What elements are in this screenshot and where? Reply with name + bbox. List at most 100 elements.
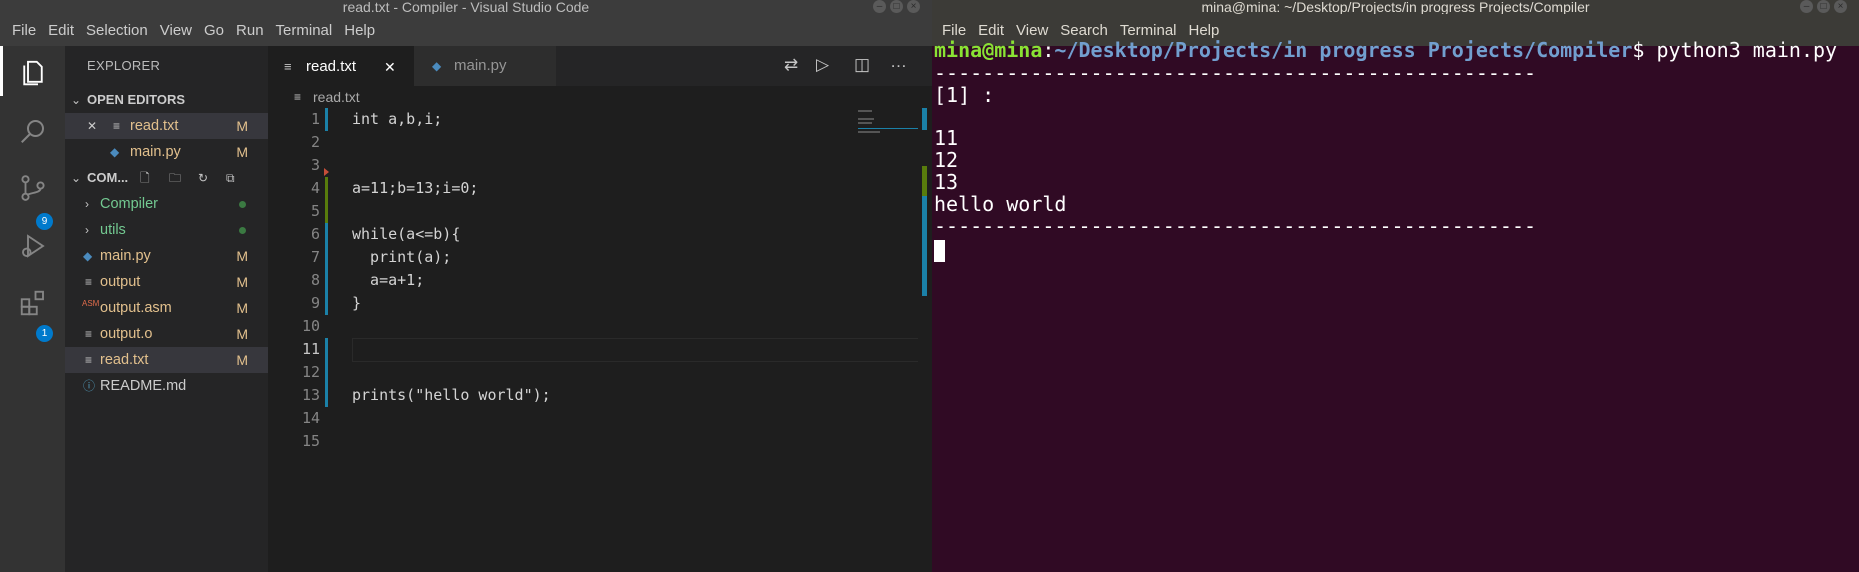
menu-file[interactable]: File [936,22,972,39]
compare-changes-icon[interactable]: ⇄ [784,55,798,75]
tree-item-file[interactable]: ASM output.asm M [65,295,268,321]
tab-label: read.txt [306,58,357,75]
asm-file-icon: ASM [82,299,100,308]
modified-badge: M [236,118,248,134]
minimap[interactable] [858,108,918,138]
menu-selection[interactable]: Selection [80,22,154,39]
more-actions-icon[interactable]: … [890,52,907,72]
refresh-icon[interactable]: ↻ [198,165,208,191]
overview-ruler[interactable] [918,108,932,572]
gutter-modified-marker [325,338,328,407]
explorer-icon[interactable] [0,48,65,98]
python-icon: ◆ [110,145,120,159]
close-icon[interactable]: ✕ [87,113,97,139]
modified-badge: M [236,300,248,316]
maximize-button[interactable]: □ [1817,0,1830,13]
line-number: 12 [301,363,320,381]
explorer-sidebar: EXPLORER ⌄ OPEN EDITORS ✕ ≡ read.txt M ◆… [65,46,268,572]
tree-item-label: utils [100,222,126,238]
extensions-badge: 1 [36,325,53,342]
menu-help[interactable]: Help [1183,22,1226,39]
breadcrumb[interactable]: ≡ read.txt [268,86,932,108]
gutter-added-marker [325,177,328,223]
text-file-icon: ≡ [85,353,93,367]
run-icon[interactable]: ▷ [816,55,829,75]
tree-item-folder[interactable]: › Compiler [65,191,268,217]
menu-view[interactable]: View [154,22,198,39]
tree-item-file[interactable]: ◆ main.py M [65,243,268,269]
run-debug-icon[interactable] [0,221,65,271]
chevron-right-icon: › [85,197,89,211]
close-button[interactable]: × [907,0,920,13]
tree-item-file[interactable]: ≡ output.o M [65,321,268,347]
menu-help[interactable]: Help [338,22,381,39]
gutter-modified-marker [325,223,328,315]
terminal-window-controls: – □ × [1800,0,1847,14]
info-icon: ⓘ [83,379,96,393]
menu-file[interactable]: File [6,22,42,39]
folder-section[interactable]: ⌄ COM... 🗋 🗀 ↻ ⧉ [65,165,268,191]
modified-badge: M [236,248,248,264]
line-number: 3 [310,156,320,174]
line-number: 2 [310,133,320,151]
source-control-icon[interactable] [0,163,65,213]
menu-edit[interactable]: Edit [972,22,1010,39]
prompt-command: $ python3 main.py [1632,38,1838,62]
minimize-button[interactable]: – [1800,0,1813,13]
split-editor-icon[interactable]: ◫ [854,55,870,75]
output-line: ----------------------------------------… [934,214,1537,238]
extensions-icon[interactable] [0,278,65,328]
menu-run[interactable]: Run [230,22,270,39]
menu-edit[interactable]: Edit [42,22,80,39]
close-button[interactable]: × [1834,0,1847,13]
status-dot [239,201,246,208]
code-line: } [352,294,362,312]
collapse-all-icon[interactable]: ⧉ [226,165,235,191]
tree-item-file[interactable]: ⓘ README.md [65,373,268,399]
code-editor[interactable]: 1 int a,b,i; 2 3 4 a=11;b=13;i=0; 5 6 wh… [268,108,932,572]
editor-area: ≡ read.txt ✕ ◆ main.py ⇄ ▷ ◫ … ≡ read.tx… [268,46,932,572]
menu-search[interactable]: Search [1054,22,1114,39]
terminal-output[interactable]: mina@mina:~/Desktop/Projects/in progress… [932,38,1859,572]
vscode-window: read.txt - Compiler - Visual Studio Code… [0,0,932,572]
menu-terminal[interactable]: Terminal [270,22,339,39]
menu-view[interactable]: View [1010,22,1054,39]
breadcrumb-file[interactable]: read.txt [313,86,360,108]
code-line: prints("hello world"); [352,386,551,404]
line-number: 9 [310,294,320,312]
tab-label: main.py [454,57,507,74]
open-editor-item[interactable]: ◆ main.py M [65,139,268,165]
line-number: 4 [310,179,320,197]
minimize-button[interactable]: – [873,0,886,13]
close-icon[interactable]: ✕ [384,47,396,87]
tree-item-label: output.asm [100,300,172,316]
tree-item-folder[interactable]: › utils [65,217,268,243]
line-number: 14 [301,409,320,427]
prompt-user: mina@mina [934,38,1043,62]
tree-item-file-selected[interactable]: ≡ read.txt M [65,347,268,373]
maximize-button[interactable]: □ [890,0,903,13]
search-icon[interactable] [0,106,65,156]
terminal-cursor [934,240,945,262]
open-editor-item[interactable]: ✕ ≡ read.txt M [65,113,268,139]
current-line-highlight [352,338,926,362]
terminal-window: mina@mina: ~/Desktop/Projects/in progres… [932,0,1859,572]
tab-bar: ≡ read.txt ✕ ◆ main.py ⇄ ▷ ◫ … [268,46,932,87]
new-file-icon[interactable]: 🗋 [140,165,150,191]
tree-item-label: read.txt [100,352,149,368]
gutter-deleted-marker [324,168,329,176]
line-number: 15 [301,432,320,450]
code-line: while(a<=b){ [352,225,461,243]
tree-item-label: main.py [100,248,151,264]
tree-item-label: Compiler [100,196,159,212]
vscode-window-controls: – □ × [873,0,920,14]
chevron-down-icon: ⌄ [71,93,82,107]
open-editors-section[interactable]: ⌄ OPEN EDITORS [65,87,268,113]
tab-main-py[interactable]: ◆ main.py [414,46,556,86]
menu-terminal[interactable]: Terminal [1114,22,1183,39]
menu-go[interactable]: Go [198,22,230,39]
tab-read-txt[interactable]: ≡ read.txt ✕ [268,46,414,87]
new-folder-icon[interactable]: 🗀 [169,165,181,191]
chevron-right-icon: › [85,223,89,237]
text-file-icon: ≡ [284,59,292,74]
